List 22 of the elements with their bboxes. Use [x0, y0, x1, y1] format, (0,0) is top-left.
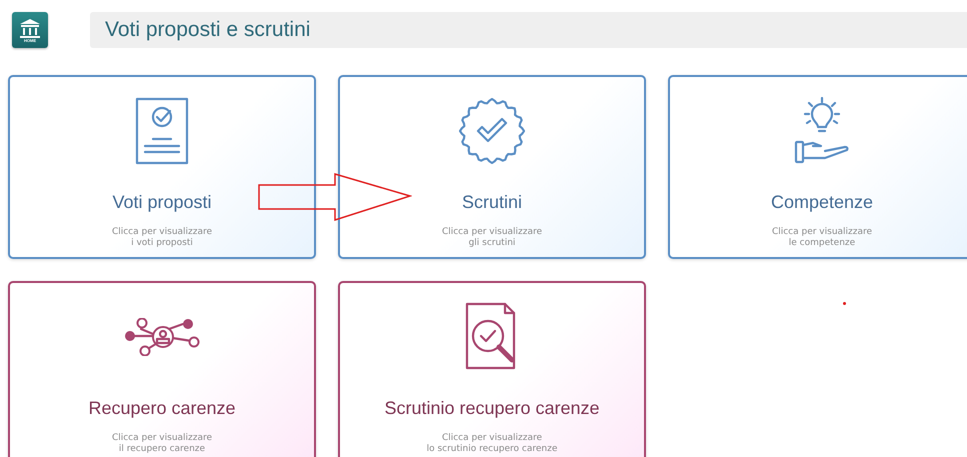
card-title: Recupero carenze [88, 397, 236, 419]
card-title: Voti proposti [112, 191, 212, 213]
card-description: Clicca per visualizzare gli scrutini [442, 227, 542, 249]
card-description: Clicca per visualizzare le competenze [772, 227, 872, 249]
card-description: Clicca per visualizzare il recupero carenze [112, 433, 212, 455]
menu-card[interactable]: Scrutini Clicca per visualizzare gli scrutini [338, 75, 646, 259]
page-title: Voti proposti e scrutini [105, 17, 310, 44]
hand-bulb-icon [794, 97, 850, 165]
dot-mark [843, 302, 846, 305]
menu-card[interactable]: Competenze Clicca per visualizzare le competenze [668, 75, 967, 259]
menu-card[interactable]: Recupero carenze Clicca per visualizzare il recupero carenze [8, 281, 316, 457]
card-title: Scrutini [462, 191, 522, 213]
menu-card[interactable]: Scrutinio recupero carenze Clicca per visualizzare lo scrutinio recupero carenze [338, 281, 646, 457]
card-title: Scrutinio recupero carenze [384, 397, 600, 419]
building-icon [19, 18, 41, 38]
badge-check-icon [459, 98, 525, 164]
card-title: Competenze [770, 191, 874, 213]
document-check-icon [135, 97, 189, 165]
card-description: Clicca per visualizzare lo scrutinio recupero carenze [426, 433, 558, 455]
network-icon [124, 318, 200, 356]
menu-card[interactable]: Voti proposti Clicca per visualizzare i voti proposti [8, 75, 316, 259]
card-description: Clicca per visualizzare i voti proposti [112, 227, 212, 249]
